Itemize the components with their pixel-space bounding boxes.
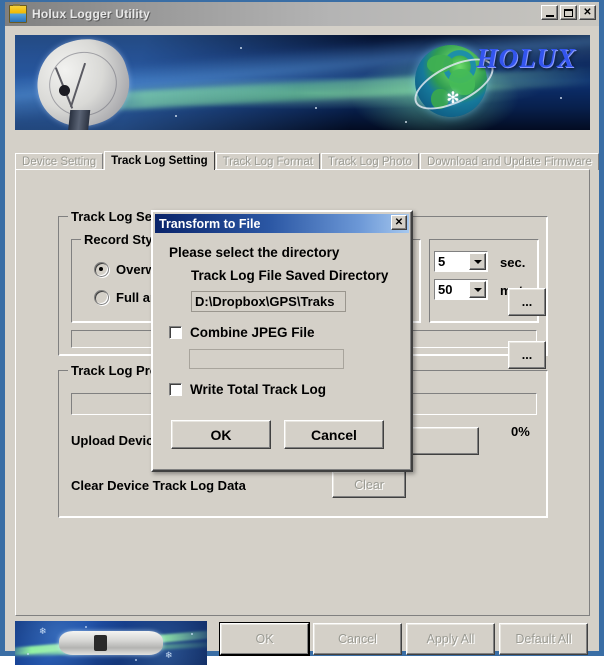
gps-device-photo: ❄ ❄: [15, 621, 207, 665]
satellite-dish-icon: [26, 35, 140, 130]
progress-percent-label: 0%: [511, 424, 530, 439]
transform-to-file-dialog: Transform to File ✕ Please select the di…: [151, 210, 546, 472]
tab-track-log-setting[interactable]: Track Log Setting: [104, 151, 215, 170]
window-title-bar[interactable]: Holux Logger Utility ✕: [5, 2, 599, 26]
write-total-track-log-label: Write Total Track Log: [190, 382, 327, 397]
window-title: Holux Logger Utility: [32, 7, 150, 21]
log-distance-meter-combo[interactable]: 50: [434, 279, 488, 300]
jpeg-path-input[interactable]: [189, 349, 344, 369]
window-controls: ✕: [541, 5, 596, 20]
tab-track-log-photo[interactable]: Track Log Photo: [320, 153, 419, 170]
bottom-bar: ❄ ❄ OK Cancel Apply All Default All: [15, 621, 590, 667]
combine-jpeg-label: Combine JPEG File: [190, 325, 315, 340]
client-area: ✻ HOLUX Device Setting Track Log Setting…: [5, 26, 599, 665]
dialog-title: Transform to File: [159, 216, 261, 231]
tab-strip: Device Setting Track Log Setting Track L…: [15, 151, 599, 170]
dialog-prompt: Please select the directory: [169, 245, 340, 260]
write-total-track-log-checkbox[interactable]: [169, 383, 182, 396]
cancel-button[interactable]: Cancel: [313, 623, 402, 655]
log-distance-meter-value: 50: [438, 282, 453, 297]
dialog-title-bar[interactable]: Transform to File ✕: [155, 214, 409, 233]
log-interval-seconds-combo[interactable]: 5: [434, 251, 488, 272]
default-all-button[interactable]: Default All: [499, 623, 588, 655]
tab-download-update-firmware[interactable]: Download and Update Firmware: [419, 153, 599, 170]
radio-overwrite-indicator: [94, 262, 109, 277]
clear-device-track-log-label: Clear Device Track Log Data: [71, 478, 246, 493]
brand-banner: ✻ HOLUX: [15, 35, 590, 130]
dialog-close-icon[interactable]: ✕: [391, 215, 407, 230]
write-total-track-log-checkbox-row[interactable]: Write Total Track Log: [169, 382, 326, 397]
close-button[interactable]: ✕: [579, 5, 596, 20]
maximize-button[interactable]: [560, 5, 577, 20]
tab-track-log-format[interactable]: Track Log Format: [215, 153, 320, 170]
application-window: Holux Logger Utility ✕ ✻ HOLUX Device Se…: [0, 0, 604, 665]
chevron-down-icon[interactable]: [469, 281, 486, 298]
dialog-cancel-button[interactable]: Cancel: [284, 420, 384, 449]
chevron-down-icon[interactable]: [469, 253, 486, 270]
browse-jpeg-button[interactable]: ...: [508, 341, 546, 369]
radio-full-and-stop-indicator: [94, 290, 109, 305]
interval-unit-label: sec.: [500, 255, 526, 270]
action-buttons: OK Cancel Apply All Default All: [220, 623, 588, 655]
apply-all-button[interactable]: Apply All: [406, 623, 495, 655]
combine-jpeg-checkbox[interactable]: [169, 326, 182, 339]
clear-button[interactable]: Clear: [332, 471, 406, 498]
directory-input[interactable]: D:\Dropbox\GPS\Traks: [191, 291, 346, 312]
minimize-button[interactable]: [541, 5, 558, 20]
dialog-ok-button[interactable]: OK: [171, 420, 271, 449]
log-interval-seconds-value: 5: [438, 254, 446, 269]
directory-label: Track Log File Saved Directory: [191, 268, 389, 283]
tab-device-setting[interactable]: Device Setting: [15, 153, 104, 170]
combine-jpeg-checkbox-row[interactable]: Combine JPEG File: [169, 325, 315, 340]
browse-directory-button[interactable]: ...: [508, 288, 546, 316]
holux-logo: HOLUX: [476, 43, 576, 73]
ok-button[interactable]: OK: [220, 623, 309, 655]
battery-device-icon: [9, 4, 27, 23]
